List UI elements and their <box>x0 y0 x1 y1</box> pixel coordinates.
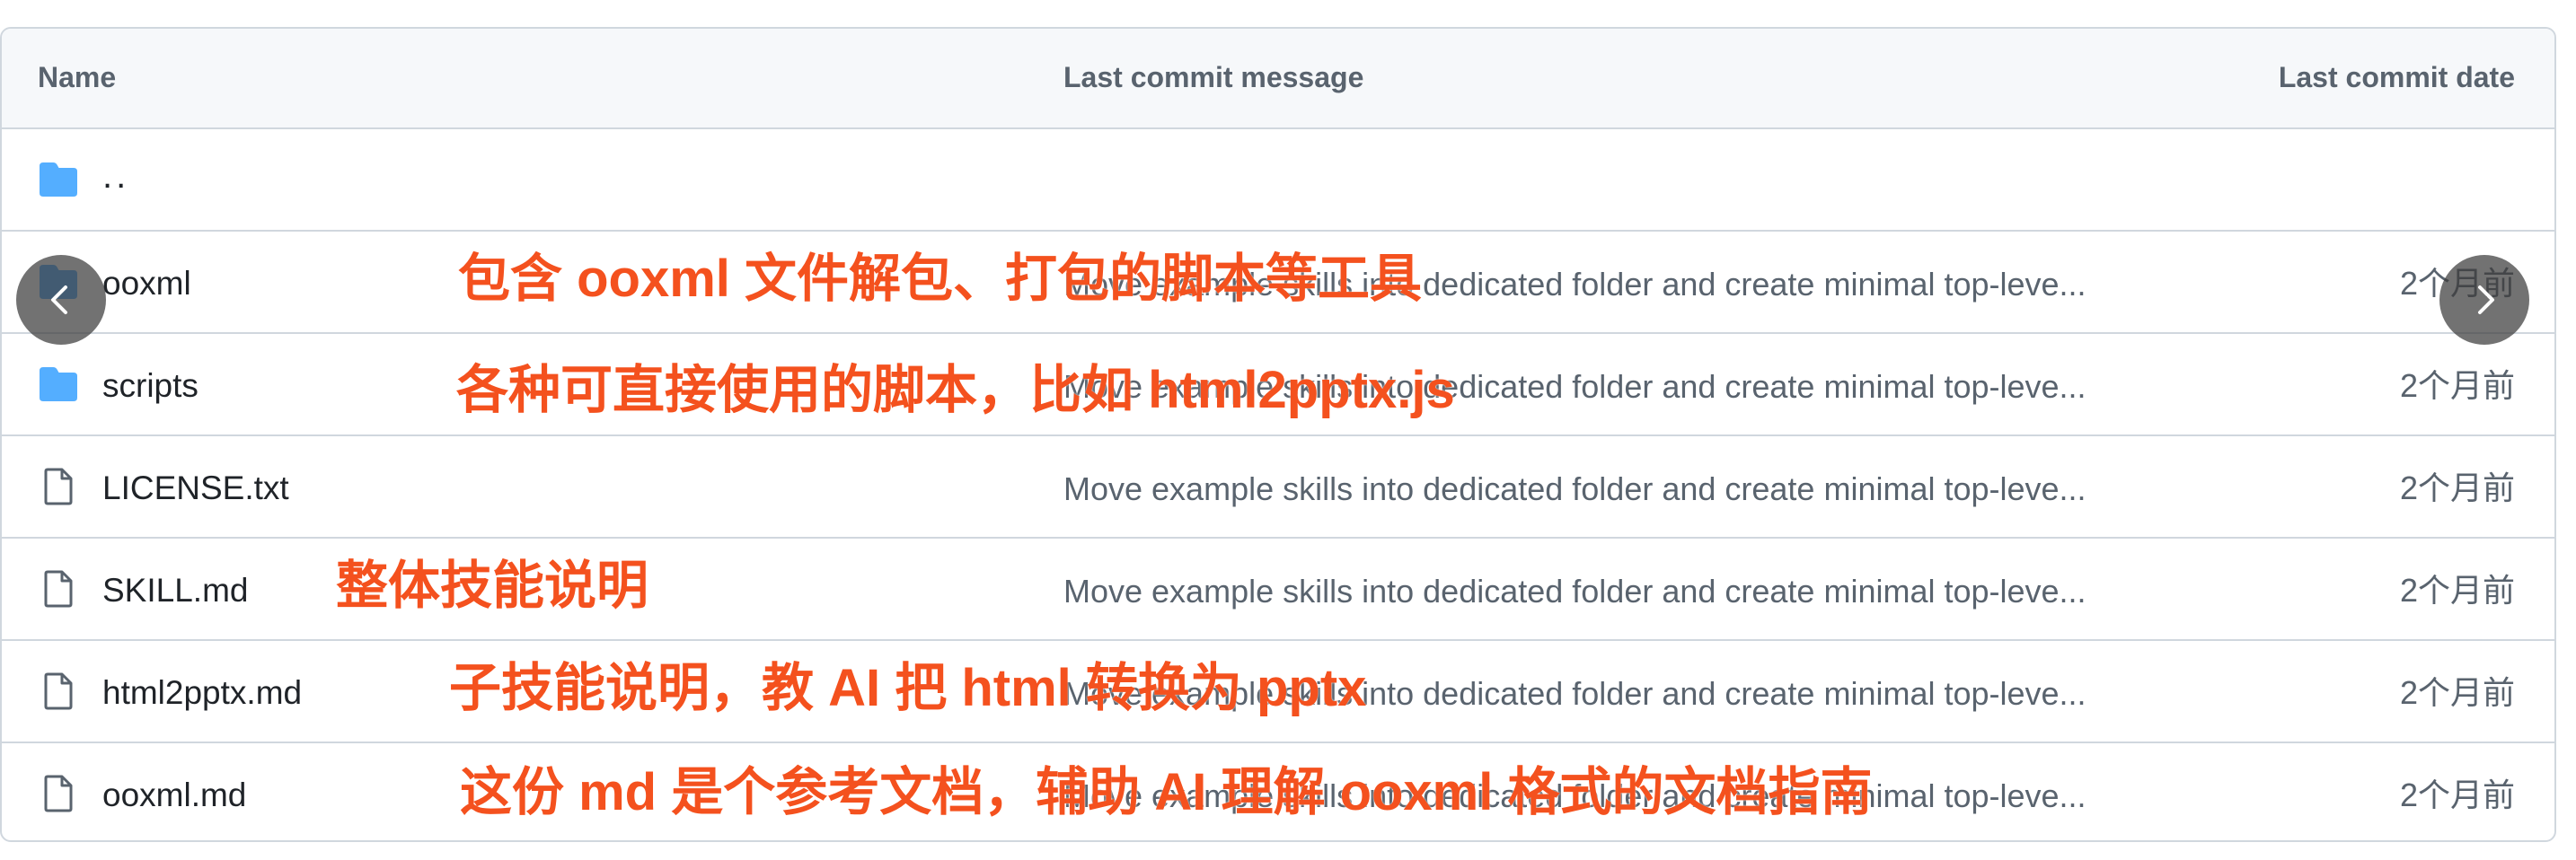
column-header-date: Last commit date <box>2278 61 2515 93</box>
column-header-message: Last commit message <box>1063 61 1364 93</box>
commit-date: 2个月前 <box>2399 367 2515 404</box>
commit-date: 2个月前 <box>2399 777 2515 813</box>
annotation-scripts: 各种可直接使用的脚本，比如 html2pptx.js <box>456 361 1455 419</box>
chevron-right-icon <box>2478 285 2494 314</box>
annotation-ooxml-md: 这份 md 是个参考文档，辅助 AI 理解 ooxml 格式的文档指南 <box>460 763 1873 821</box>
file-name[interactable]: LICENSE.txt <box>102 469 289 508</box>
file-name[interactable]: scripts <box>102 366 198 406</box>
table-header: Name Last commit message Last commit dat… <box>2 29 2554 129</box>
commit-date: 2个月前 <box>2399 572 2515 609</box>
file-name[interactable]: SKILL.md <box>102 571 248 610</box>
table-row[interactable]: LICENSE.txt Move example skills into ded… <box>2 436 2554 539</box>
annotation-html2pptx: 子技能说明，教 AI 把 html 转换为 pptx <box>449 659 1367 717</box>
column-header-name: Name <box>38 61 117 93</box>
folder-icon <box>38 161 79 198</box>
table-row-parent[interactable]: .. <box>2 129 2554 232</box>
commit-date: 2个月前 <box>2399 674 2515 711</box>
file-name[interactable]: ooxml.md <box>102 776 246 815</box>
file-table: Name Last commit message Last commit dat… <box>0 27 2556 842</box>
file-name[interactable]: html2pptx.md <box>102 673 302 713</box>
file-icon <box>38 570 79 608</box>
annotation-ooxml: 包含 ooxml 文件解包、打包的脚本等工具 <box>458 250 1423 308</box>
commit-message[interactable]: Move example skills into dedicated folde… <box>1063 572 2086 611</box>
file-name[interactable]: .. <box>102 156 129 196</box>
file-icon <box>38 775 79 812</box>
folder-icon <box>38 365 79 403</box>
file-name[interactable]: ooxml <box>102 264 191 303</box>
file-icon <box>38 468 79 505</box>
commit-date: 2个月前 <box>2399 469 2515 506</box>
chevron-left-icon <box>51 285 67 314</box>
file-icon <box>38 672 79 710</box>
commit-message[interactable]: Move example skills into dedicated folde… <box>1063 469 2086 509</box>
next-button[interactable] <box>2439 255 2529 345</box>
prev-button[interactable] <box>16 255 106 345</box>
annotation-skill: 整体技能说明 <box>336 557 649 615</box>
